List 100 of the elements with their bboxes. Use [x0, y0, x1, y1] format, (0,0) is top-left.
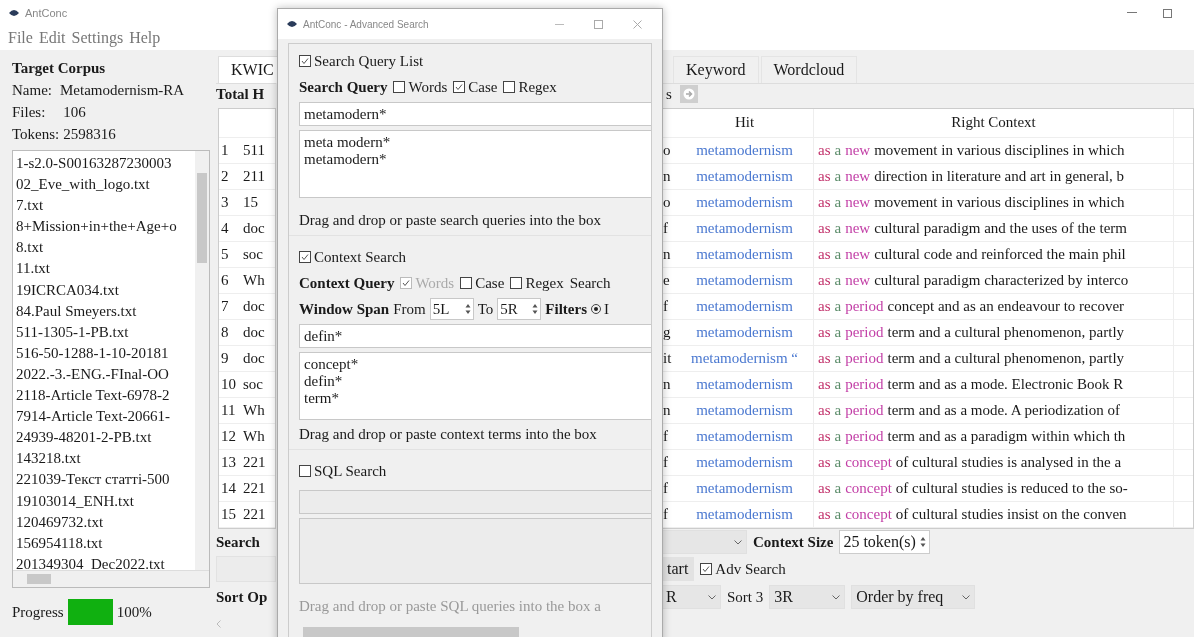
- hit-word: metamodernism: [696, 141, 793, 159]
- right-context: as a concept of cultural studies insist on the conven: [818, 505, 1128, 523]
- checkbox[interactable]: Search Query List: [299, 52, 424, 70]
- corpus-document[interactable]: 221039-Текст статті-500: [16, 469, 192, 491]
- row-number: 7: [221, 297, 229, 315]
- table-cell: n: [663, 245, 671, 263]
- corpus-document[interactable]: 143218.txt: [16, 448, 192, 470]
- corpus-document[interactable]: 2022.-3.-ENG.-FInal-OO: [16, 363, 192, 386]
- file-count: 106: [63, 104, 86, 121]
- right-context: as a period term and a cultural phenomenon, partly: [818, 323, 1126, 341]
- tab[interactable]: Keyword: [673, 56, 759, 83]
- table-cell: 15: [243, 193, 258, 211]
- spinner[interactable]: 5L: [429, 298, 474, 320]
- to-label: To: [477, 300, 494, 318]
- context-input[interactable]: defin*: [299, 324, 651, 348]
- progress-reading: 100%: [116, 603, 152, 621]
- corpus-document[interactable]: 2118-Article Text-6978-2: [16, 385, 192, 407]
- context-size-label: Context Size: [753, 533, 834, 551]
- context-size-spinner[interactable]: 25 token(s): [839, 530, 930, 554]
- right-context: as a new direction in literature and art in general, b: [818, 167, 1126, 185]
- checkbox[interactable]: Context Search: [299, 248, 407, 266]
- table-cell: doc: [243, 349, 265, 367]
- row-number: 11: [221, 401, 236, 419]
- row-number: 3: [221, 193, 229, 211]
- right-context: as a new cultural paradigm and the uses of the term: [818, 219, 1128, 237]
- right-context: as a period term and a cultural phenomenon, partly: [818, 349, 1126, 367]
- table-cell: f: [663, 297, 668, 315]
- menu-item[interactable]: Help: [129, 29, 161, 47]
- list-entry: meta modern*: [304, 134, 392, 151]
- table-cell: 221: [243, 505, 266, 523]
- order-dropdown[interactable]: Order by freq: [851, 585, 976, 609]
- right-context: as a concept of cultural studies is analysed in the a: [818, 453, 1123, 471]
- checkbox[interactable]: Case: [453, 78, 498, 96]
- corpus-document[interactable]: 516-50-1288-1-10-20181: [16, 342, 192, 364]
- table-cell: doc: [243, 323, 265, 341]
- checkbox[interactable]: SQL Search: [299, 462, 387, 480]
- field-label: Files:: [12, 104, 46, 121]
- table-cell: Wh: [243, 271, 265, 289]
- sort-dropdown[interactable]: 3R: [769, 585, 846, 609]
- checkbox[interactable]: Regex: [510, 274, 564, 292]
- table-cell: f: [663, 219, 668, 237]
- right-context: as a new movement in various disciplines in which: [818, 141, 1126, 159]
- table-cell: 511: [243, 141, 265, 159]
- search-label: Search: [216, 533, 260, 551]
- table-cell: f: [663, 479, 668, 497]
- table-cell: Wh: [243, 427, 265, 445]
- row-number: 5: [221, 245, 229, 263]
- table-cell: it: [663, 349, 672, 367]
- corpus-document[interactable]: 7914-Article Text-20661-: [16, 406, 192, 428]
- tab[interactable]: Wordcloud: [760, 56, 858, 83]
- corpus-document[interactable]: 8.txt: [16, 237, 192, 259]
- start-button[interactable]: tart: [661, 557, 695, 581]
- corpus-document[interactable]: 156954118.txt: [16, 532, 192, 554]
- context-list-box[interactable]: concept* defin* term*: [299, 352, 651, 420]
- sort-dropdown[interactable]: R: [661, 585, 721, 609]
- sort-label: Sort Op: [216, 588, 268, 606]
- spinner[interactable]: 5R: [497, 298, 542, 320]
- corpus-document[interactable]: 1-s2.0-S00163287230003: [16, 153, 192, 175]
- from-label: From: [393, 300, 426, 318]
- panel-heading: Target Corpus: [11, 59, 107, 78]
- hit-word: metamodernism: [696, 427, 793, 445]
- radio-button[interactable]: I: [591, 300, 609, 318]
- corpus-document[interactable]: 11.txt: [16, 258, 192, 280]
- menu-item[interactable]: Settings: [71, 29, 124, 47]
- menu-item[interactable]: Edit: [38, 29, 66, 47]
- right-context: as a period term and as a mode. A periodization of: [818, 401, 1121, 419]
- checkbox[interactable]: Case: [460, 274, 505, 292]
- menu-item[interactable]: File: [8, 29, 33, 47]
- list-entry: defin*: [304, 373, 344, 390]
- right-context: as a period concept and as an endeavour to recover: [818, 297, 1126, 315]
- corpus-document[interactable]: 19103014_ENH.txt: [16, 490, 192, 512]
- table-cell: g: [663, 323, 671, 341]
- row-number: 1: [221, 141, 229, 159]
- corpus-document[interactable]: 24939-48201-2-PB.txt: [16, 427, 192, 449]
- corpus-document[interactable]: 19ICRCA034.txt: [16, 279, 192, 301]
- column-header: Right Context: [951, 114, 1036, 132]
- filters-label: Filters: [545, 300, 587, 318]
- corpus-document[interactable]: 120469732.txt: [16, 511, 192, 533]
- corpus-document[interactable]: 02_Eve_with_logo.txt: [16, 174, 192, 196]
- corpus-document[interactable]: 8+Mission+in+the+Age+o: [16, 216, 192, 238]
- corpus-document[interactable]: 511-1305-1-PB.txt: [16, 321, 192, 343]
- corpus-document[interactable]: 201349304_Dec2022.txt: [16, 553, 192, 570]
- right-context: as a new movement in various disciplines in which: [818, 193, 1126, 211]
- list-entry: term*: [304, 390, 340, 407]
- table-cell: soc: [243, 375, 263, 393]
- right-context: as a concept of cultural studies is reduced to the so-: [818, 479, 1129, 497]
- corpus-document[interactable]: 7.txt: [16, 195, 192, 217]
- row-number: 14: [221, 479, 236, 497]
- table-cell: o: [663, 141, 671, 159]
- sort-label: Sort 3: [727, 588, 764, 606]
- checkbox[interactable]: Adv Search: [700, 560, 786, 578]
- table-cell: o: [663, 193, 671, 211]
- query-input[interactable]: metamodern*: [299, 102, 651, 126]
- query-list-box[interactable]: meta modern* metamodern*: [299, 130, 651, 198]
- checkbox[interactable]: Regex: [503, 78, 557, 96]
- checkbox[interactable]: Words: [393, 78, 448, 96]
- right-context: as a new cultural paradigm characterized by interco: [818, 271, 1130, 289]
- span-label: Window Span: [299, 300, 390, 318]
- corpus-document[interactable]: 84.Paul Smeyers.txt: [16, 300, 192, 322]
- toolbar-label: s: [666, 85, 672, 103]
